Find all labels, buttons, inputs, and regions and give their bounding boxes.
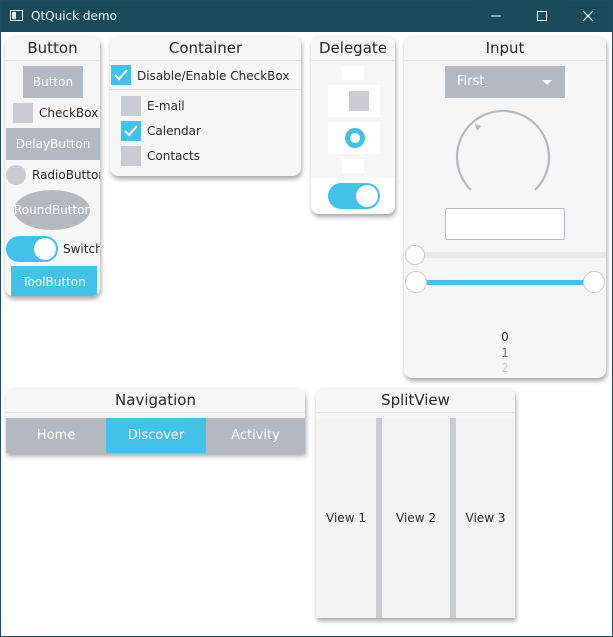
maximize-button[interactable]: [519, 0, 565, 31]
demo-content: Button Button CheckBox DelayButton Radio…: [1, 32, 612, 636]
delegate-item[interactable]: [342, 66, 364, 80]
tumbler-item: 0: [501, 330, 509, 344]
enable-checkbox-label[interactable]: Disable/Enable CheckBox: [137, 69, 289, 83]
navigation-pane-title: Navigation: [6, 388, 305, 413]
delay-button[interactable]: DelayButton: [6, 128, 100, 160]
radio-button-indicator[interactable]: [6, 165, 26, 185]
tumbler[interactable]: 0 1 2: [404, 328, 606, 375]
navigation-pane: Navigation Home Discover Activity: [6, 388, 305, 453]
chevron-down-icon: [542, 80, 552, 85]
splitview-pane: SplitView View 1 View 2 View 3: [316, 388, 515, 618]
radio-dot: [350, 133, 360, 143]
dial[interactable]: [451, 104, 555, 196]
range-slider-first-handle[interactable]: [405, 271, 427, 293]
switch-knob: [356, 185, 378, 207]
push-button[interactable]: Button: [23, 66, 83, 98]
tab-home[interactable]: Home: [6, 418, 106, 453]
tumbler-item: 2: [501, 361, 509, 375]
radio-button-label[interactable]: RadioButton: [32, 168, 100, 182]
split-view-1: View 1: [316, 418, 376, 618]
close-icon: [582, 10, 594, 22]
container-pane-title: Container: [110, 36, 301, 61]
tumbler-item: 1: [501, 346, 509, 360]
delegate-item-switch[interactable]: [311, 178, 395, 214]
slider-handle[interactable]: [405, 245, 425, 265]
delegate-item[interactable]: [342, 159, 364, 173]
check-icon: [114, 69, 128, 81]
minimize-icon: [491, 15, 501, 17]
maximize-icon: [537, 11, 547, 21]
check-icon: [124, 125, 138, 137]
container-pane: Container Disable/Enable CheckBox E-mail…: [110, 36, 301, 176]
tab-discover[interactable]: Discover: [106, 418, 206, 453]
email-checkbox[interactable]: [121, 96, 141, 116]
contacts-checkbox-label[interactable]: Contacts: [147, 149, 200, 163]
delegate-checkbox[interactable]: [349, 91, 369, 111]
delegate-pane-title: Delegate: [311, 36, 395, 61]
window-title: QtQuick demo: [31, 9, 117, 23]
button-pane-title: Button: [5, 36, 100, 61]
minimize-button[interactable]: [473, 0, 519, 31]
delegate-pane: Delegate: [311, 36, 395, 214]
split-view-3: View 3: [456, 418, 515, 618]
app-icon: [10, 10, 23, 21]
range-slider-second-handle[interactable]: [583, 271, 605, 293]
round-button[interactable]: RoundButton: [14, 190, 92, 230]
input-pane-title: Input: [404, 36, 606, 61]
input-pane: Input First 0 1 2: [404, 36, 606, 378]
combo-box[interactable]: First: [445, 66, 565, 98]
switch-knob: [34, 238, 56, 260]
tool-button[interactable]: ToolButton: [11, 266, 97, 296]
button-pane: Button Button CheckBox DelayButton Radio…: [5, 36, 100, 296]
tab-activity[interactable]: Activity: [206, 418, 305, 453]
range-slider-track[interactable]: [416, 280, 594, 285]
splitview-pane-title: SplitView: [316, 388, 515, 413]
combo-box-value: First: [457, 74, 485, 89]
checkbox-label[interactable]: CheckBox: [39, 106, 98, 120]
delegate-item-checkbox[interactable]: [328, 85, 380, 117]
text-field[interactable]: [445, 208, 565, 240]
calendar-checkbox[interactable]: [121, 121, 141, 141]
delegate-switch[interactable]: [328, 183, 380, 209]
app-window: QtQuick demo Button Button CheckBox Dela…: [0, 0, 613, 637]
checkbox-box[interactable]: [13, 103, 33, 123]
calendar-checkbox-label[interactable]: Calendar: [147, 124, 201, 138]
switch-label[interactable]: Switch: [63, 242, 100, 256]
switch-toggle[interactable]: [6, 236, 58, 262]
container-divider: [110, 89, 301, 90]
split-view-2: View 2: [382, 418, 450, 618]
close-button[interactable]: [565, 0, 611, 31]
enable-checkbox[interactable]: [111, 65, 131, 85]
contacts-checkbox[interactable]: [121, 146, 141, 166]
slider-track[interactable]: [416, 252, 606, 258]
delegate-item-radio[interactable]: [328, 122, 380, 154]
delegate-radio[interactable]: [345, 128, 365, 148]
email-checkbox-label[interactable]: E-mail: [147, 99, 185, 113]
